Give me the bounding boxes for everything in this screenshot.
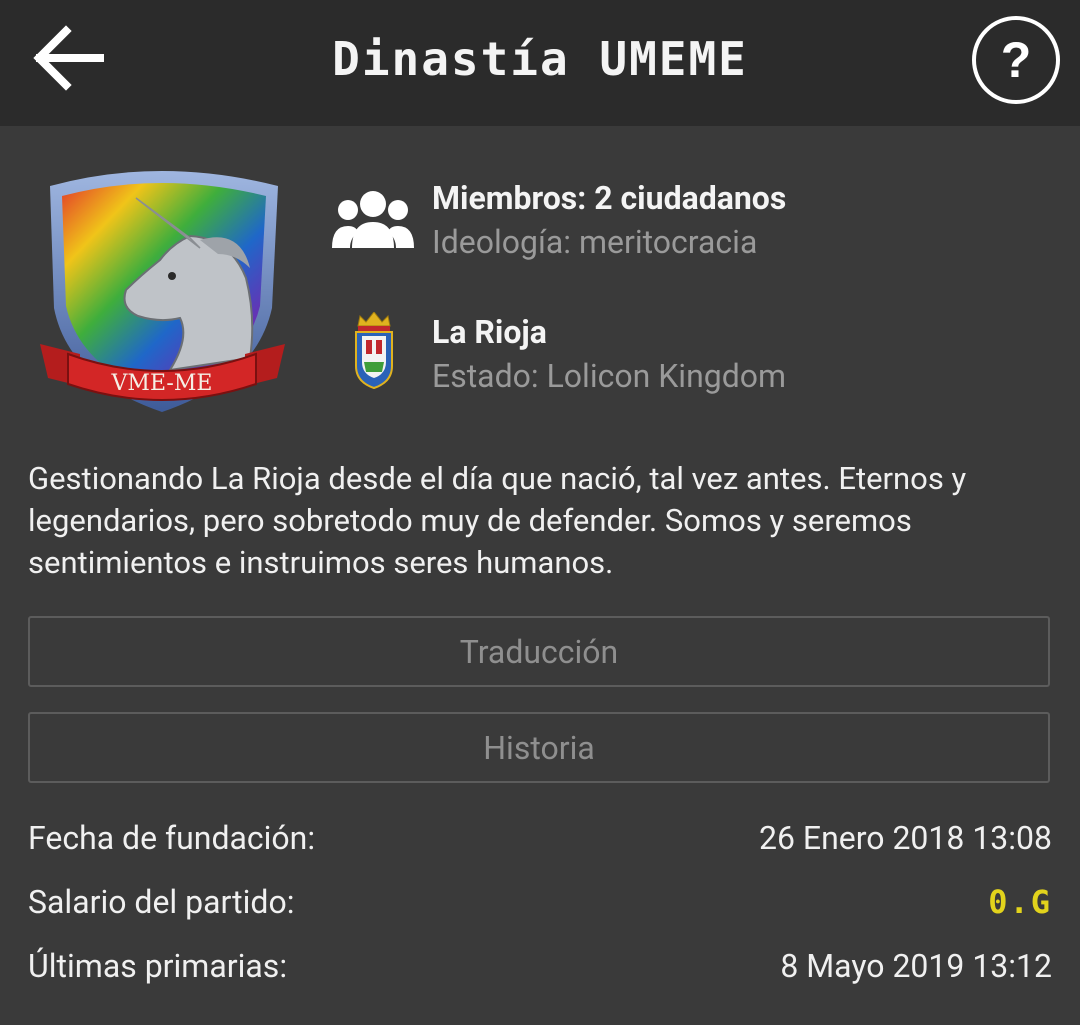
founding-date-row: Fecha de fundación: 26 Enero 2018 13:08: [28, 814, 1052, 862]
history-button[interactable]: Historia: [28, 712, 1050, 783]
party-salary-value: 0.G: [988, 883, 1052, 921]
page-title: Dinastía UMEME: [332, 32, 748, 86]
members-count: Miembros: 2 ciudadanos: [432, 179, 787, 217]
help-button[interactable]: ?: [972, 16, 1060, 104]
party-salary-row: Salario del partido: 0.G: [28, 878, 1052, 926]
region-name: La Rioja: [432, 313, 547, 351]
founding-date-value: 26 Enero 2018 13:08: [758, 819, 1052, 857]
last-primaries-row: Últimas primarias: 8 Mayo 2019 13:12: [28, 942, 1052, 990]
state-label: Estado: Lolicon Kingdom: [432, 357, 787, 395]
party-salary-label: Salario del partido:: [28, 883, 295, 921]
help-icon: ?: [1000, 32, 1032, 88]
party-description: Gestionando La Rioja desde el día que na…: [28, 460, 967, 581]
translation-button[interactable]: Traducción: [28, 616, 1050, 687]
ideology-label: Ideología: meritocracia: [432, 223, 758, 261]
region-row[interactable]: La Rioja Estado: Lolicon Kingdom: [330, 311, 1050, 402]
emblem-banner-text: VME-ME: [111, 371, 213, 396]
coat-of-arms-icon: [352, 311, 396, 394]
last-primaries-value: 8 Mayo 2019 13:12: [780, 947, 1052, 985]
founding-date-label: Fecha de fundación:: [28, 819, 316, 857]
members-row: Miembros: 2 ciudadanos Ideología: merito…: [330, 178, 1050, 268]
region-text: La Rioja Estado: Lolicon Kingdom: [432, 312, 786, 396]
members-text: Miembros: 2 ciudadanos Ideología: merito…: [432, 178, 786, 262]
party-emblem: VME-ME: [40, 158, 285, 416]
last-primaries-label: Últimas primarias:: [28, 947, 288, 985]
top-bar: Dinastía UMEME ?: [0, 0, 1080, 126]
group-icon: [330, 186, 416, 256]
